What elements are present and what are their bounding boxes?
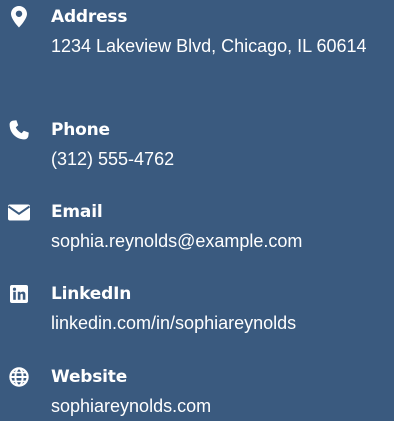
contact-info-list: Address 1234 Lakeview Blvd, Chicago, IL … — [0, 0, 394, 421]
phone-label: Phone — [51, 120, 110, 140]
phone-link[interactable]: (312) 555-4762 — [51, 145, 393, 173]
website-link[interactable]: sophiareynolds.com — [51, 392, 393, 420]
linkedin-label: LinkedIn — [51, 284, 132, 304]
linkedin-icon — [8, 283, 30, 305]
address-value: 1234 Lakeview Blvd, Chicago, IL 60614 — [51, 36, 367, 56]
phone-icon — [8, 119, 30, 141]
website-label: Website — [51, 367, 128, 387]
map-marker-icon — [8, 6, 30, 28]
envelope-icon — [8, 201, 30, 223]
address-label: Address — [51, 7, 128, 27]
linkedin-link[interactable]: linkedin.com/in/sophiareynolds — [51, 309, 393, 337]
email-link[interactable]: sophia.reynolds@example.com — [51, 227, 393, 255]
email-label: Email — [51, 202, 103, 222]
globe-icon — [8, 366, 30, 388]
